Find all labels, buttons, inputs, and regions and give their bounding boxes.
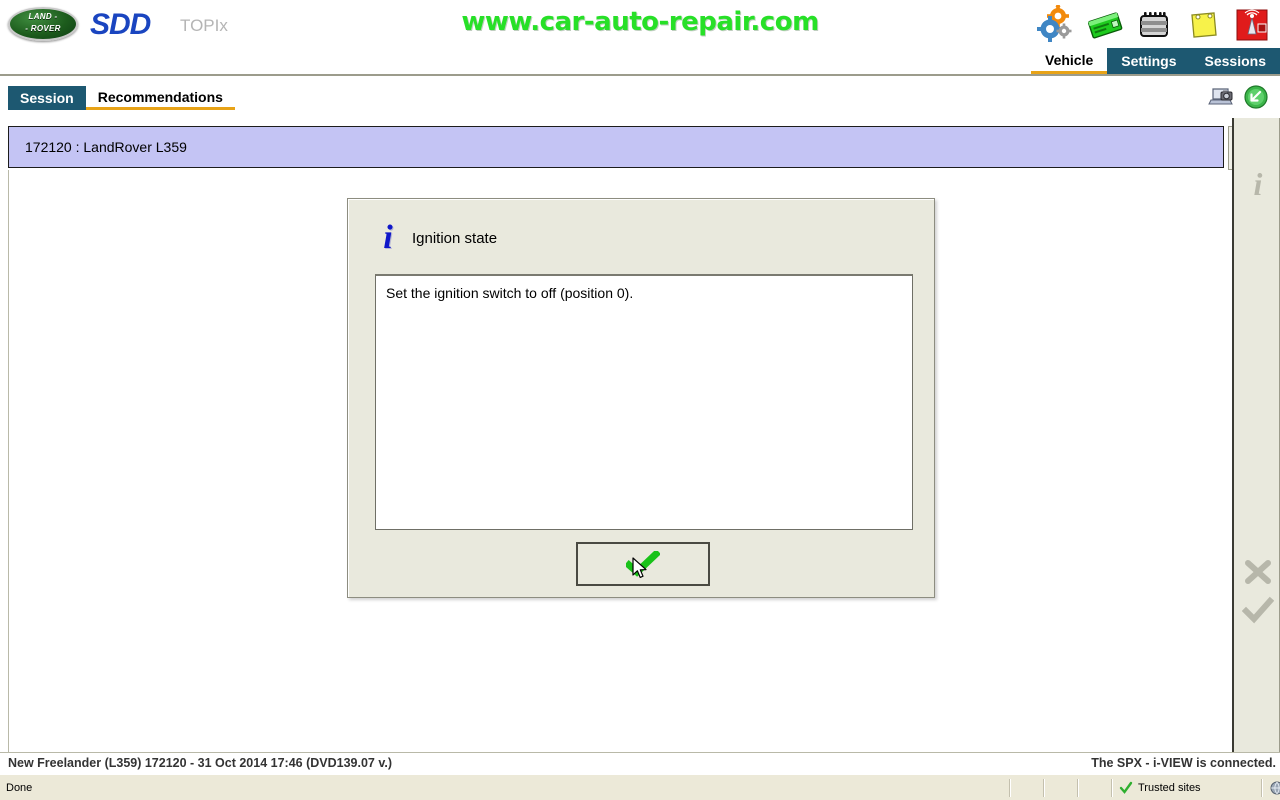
land-rover-logo: LAND - - ROVER [8, 7, 78, 41]
security-zone-segment[interactable]: Trusted sites [1112, 778, 1262, 797]
dialog-message-box: Set the ignition switch to off (position… [375, 274, 913, 530]
tab-sessions[interactable]: Sessions [1190, 48, 1280, 74]
sdd-logo: SDD [90, 8, 151, 41]
zone-globe-icon[interactable] [1269, 780, 1280, 796]
green-card-icon[interactable] [1085, 5, 1125, 45]
browser-progress-text: Done [6, 781, 33, 794]
browser-progress-segment: Done [0, 778, 1010, 797]
browser-segment-2 [1044, 778, 1078, 797]
browser-segment-3 [1078, 778, 1112, 797]
dialog-message: Set the ignition switch to off (position… [386, 285, 634, 301]
land-rover-logo-text: LAND - - ROVER [8, 11, 78, 35]
info-icon[interactable]: i [1242, 168, 1274, 200]
land-rover-logo-line1: LAND - [28, 12, 58, 21]
subtab-recommendations[interactable]: Recommendations [85, 86, 235, 110]
tab-settings[interactable]: Settings [1107, 48, 1191, 74]
screenshot-icon[interactable] [1208, 83, 1236, 111]
antenna-icon[interactable] [1232, 5, 1272, 45]
header-nav-tabs: Vehicle Settings Sessions [1031, 48, 1280, 74]
main-content-area: i Ignition state Set the ignition switch… [8, 170, 1230, 754]
trusted-check-icon [1119, 781, 1133, 794]
gears-icon[interactable] [1036, 5, 1076, 45]
confirm-button[interactable] [576, 542, 710, 586]
session-header-bar: 172120 : LandRover L359 [8, 126, 1224, 168]
sub-tab-icon-group [1208, 83, 1270, 111]
subtab-session[interactable]: Session [8, 86, 86, 110]
notepad-icon[interactable] [1183, 5, 1223, 45]
session-label: 172120 : LandRover L359 [25, 139, 187, 155]
land-rover-logo-line2: - ROVER [25, 24, 61, 33]
browser-status-bar: Done Trusted sites 100% [0, 774, 1280, 800]
vehicle-session-info: New Freelander (L359) 172120 - 31 Oct 20… [8, 756, 393, 770]
info-icon: i [383, 219, 393, 256]
right-action-rail: i [1232, 118, 1280, 754]
security-zone-text: Trusted sites [1138, 781, 1201, 794]
browser-zoom-segment[interactable]: 100% [1262, 778, 1280, 797]
header-icon-strip [1036, 3, 1272, 47]
tab-vehicle[interactable]: Vehicle [1031, 48, 1108, 74]
sub-tab-group: Session Recommendations [8, 86, 235, 110]
dialog-title: Ignition state [412, 229, 498, 247]
application-status-bar: New Freelander (L359) 172120 - 31 Oct 20… [0, 752, 1280, 774]
browser-segment-1 [1010, 778, 1044, 797]
sdd-application-window: LAND - - ROVER SDD TOPIx www.car-auto-re… [0, 0, 1280, 800]
device-connection-status: The SPX - i-VIEW is connected. [1091, 756, 1276, 770]
confirm-icon[interactable] [1242, 596, 1274, 628]
ignition-state-dialog: i Ignition state Set the ignition switch… [347, 198, 935, 598]
sub-tab-bar: Session Recommendations [0, 78, 1280, 118]
import-icon[interactable] [1242, 83, 1270, 111]
app-header: LAND - - ROVER SDD TOPIx www.car-auto-re… [0, 0, 1280, 76]
tick-icon [626, 551, 660, 577]
calendar-icon[interactable] [1134, 5, 1174, 45]
cancel-icon[interactable] [1242, 556, 1274, 588]
topix-logo: TOPIx [180, 16, 228, 35]
dialog-header: i Ignition state [378, 221, 497, 255]
